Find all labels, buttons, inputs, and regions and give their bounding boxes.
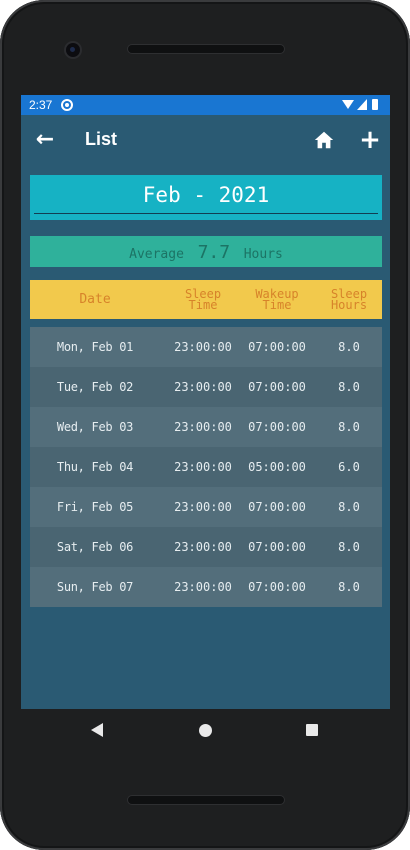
- row-sleep-time: 23:00:00: [174, 420, 232, 434]
- row-sleep-hours: 8.0: [338, 420, 360, 434]
- row-sleep-hours: 8.0: [338, 340, 360, 354]
- row-date: Sat, Feb 06: [56, 540, 134, 554]
- row-date: Sun, Feb 07: [56, 580, 134, 594]
- bottom-speaker: [128, 796, 284, 804]
- row-sleep-hours: 8.0: [338, 500, 360, 514]
- header-date: Date: [30, 280, 160, 319]
- row-sleep-time: 23:00:00: [174, 540, 232, 554]
- header-sleep-hours: Sleep Hours: [316, 280, 382, 319]
- table-row[interactable]: Tue, Feb 02 23:00:00 07:00:00 8.0: [30, 367, 382, 407]
- row-sleep-time: 23:00:00: [174, 380, 232, 394]
- home-icon[interactable]: [313, 129, 335, 151]
- row-wakeup-time: 07:00:00: [248, 340, 306, 354]
- row-sleep-time: 23:00:00: [174, 500, 232, 514]
- header-hours-line2: Hours: [330, 297, 368, 312]
- wifi-icon: [342, 100, 354, 109]
- status-icons: [342, 98, 384, 112]
- row-wakeup-time: 07:00:00: [248, 500, 306, 514]
- app-bar: ← List +: [21, 115, 390, 167]
- top-speaker: [128, 45, 284, 53]
- header-sleep-time: Sleep Time: [170, 280, 236, 319]
- status-time: 2:37: [29, 98, 53, 112]
- plus-icon[interactable]: +: [357, 125, 383, 155]
- status-bar: 2:37: [21, 95, 390, 115]
- back-arrow-icon[interactable]: ←: [31, 127, 59, 155]
- row-wakeup-time: 07:00:00: [248, 580, 306, 594]
- nav-back-icon[interactable]: [91, 723, 103, 737]
- row-date: Wed, Feb 03: [56, 420, 134, 434]
- row-sleep-time: 23:00:00: [174, 460, 232, 474]
- row-sleep-time: 23:00:00: [174, 580, 232, 594]
- sleep-table: Mon, Feb 01 23:00:00 07:00:00 8.0 Tue, F…: [30, 327, 382, 607]
- row-wakeup-time: 07:00:00: [248, 540, 306, 554]
- table-row[interactable]: Wed, Feb 03 23:00:00 07:00:00 8.0: [30, 407, 382, 447]
- table-row[interactable]: Fri, Feb 05 23:00:00 07:00:00 8.0: [30, 487, 382, 527]
- row-sleep-hours: 8.0: [338, 580, 360, 594]
- header-wakeup-time: Wakeup Time: [242, 280, 312, 319]
- row-wakeup-time: 05:00:00: [248, 460, 306, 474]
- row-sleep-hours: 8.0: [338, 540, 360, 554]
- row-wakeup-time: 07:00:00: [248, 380, 306, 394]
- row-sleep-time: 23:00:00: [174, 340, 232, 354]
- header-wake-line2: Time: [262, 297, 292, 312]
- system-nav-bar: [21, 709, 390, 753]
- nav-recents-icon[interactable]: [306, 724, 318, 736]
- front-camera: [66, 43, 80, 57]
- home-icon-glyph: [314, 131, 334, 149]
- table-header: Date Sleep Time Wakeup Time Sleep Hours: [30, 280, 382, 319]
- screen: 2:37 ← List + Feb - 2021 Average 7.7 Hou…: [21, 95, 390, 709]
- header-sleep-line2: Time: [188, 297, 218, 312]
- row-sleep-hours: 6.0: [338, 460, 360, 474]
- table-row[interactable]: Mon, Feb 01 23:00:00 07:00:00 8.0: [30, 327, 382, 367]
- month-underline: [34, 213, 378, 214]
- nav-home-icon[interactable]: [199, 724, 212, 737]
- header-date-label: Date: [79, 292, 111, 307]
- table-row[interactable]: Sun, Feb 07 23:00:00 07:00:00 8.0: [30, 567, 382, 607]
- average-value: 7.7: [197, 242, 231, 263]
- row-date: Thu, Feb 04: [56, 460, 134, 474]
- phone-frame: 2:37 ← List + Feb - 2021 Average 7.7 Hou…: [0, 0, 410, 850]
- row-wakeup-time: 07:00:00: [248, 420, 306, 434]
- row-date: Fri, Feb 05: [56, 500, 134, 514]
- row-date: Tue, Feb 02: [56, 380, 134, 394]
- month-selector[interactable]: Feb - 2021: [30, 175, 382, 220]
- table-row[interactable]: Sat, Feb 06 23:00:00 07:00:00 8.0: [30, 527, 382, 567]
- page-title: List: [85, 129, 118, 149]
- table-row[interactable]: Thu, Feb 04 23:00:00 05:00:00 6.0: [30, 447, 382, 487]
- average-banner: Average 7.7 Hours: [30, 236, 382, 267]
- average-unit: Hours: [243, 247, 283, 262]
- month-label: Feb - 2021: [142, 183, 270, 207]
- signal-icon: [357, 99, 367, 110]
- average-label: Average: [129, 247, 184, 262]
- app-notification-icon: [61, 99, 73, 111]
- row-date: Mon, Feb 01: [56, 340, 134, 354]
- row-sleep-hours: 8.0: [338, 380, 360, 394]
- battery-icon: [372, 99, 378, 110]
